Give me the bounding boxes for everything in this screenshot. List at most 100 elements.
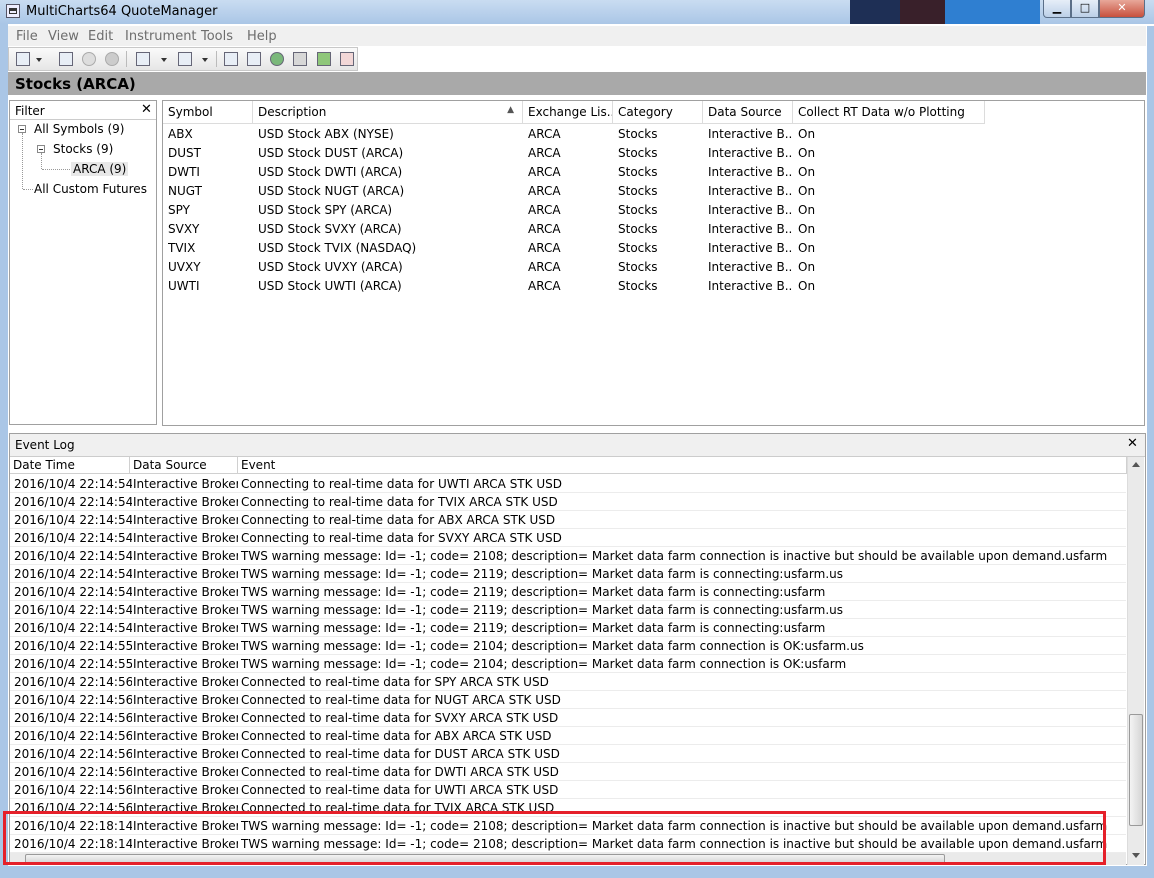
tree-item-custom-futures[interactable]: All Custom Futures	[34, 182, 147, 196]
log-cell: 2016/10/4 22:14:54	[14, 549, 132, 563]
close-event-log-icon[interactable]: ✕	[1127, 436, 1138, 451]
log-cell: TWS warning message: Id= -1; code= 2104;…	[241, 639, 864, 653]
log-row[interactable]: 2016/10/4 22:14:56 Interactive Broker Conn…	[10, 763, 1126, 781]
close-filter-icon[interactable]: ✕	[141, 102, 152, 117]
menu-edit[interactable]: Edit	[88, 29, 113, 44]
log-cell: Interactive Broker	[133, 639, 238, 653]
table-cell: USD Stock UVXY (ARCA)	[258, 260, 403, 274]
log-row[interactable]: 2016/10/4 22:14:56 Interactive Broker Conn…	[10, 709, 1126, 727]
table-row[interactable]: SVXY USD Stock SVXY (ARCA) ARCA Stocks Inter…	[163, 220, 1123, 239]
tree-collapse-icon[interactable]	[37, 145, 45, 153]
monitor-icon[interactable]	[247, 52, 261, 66]
desktop-background	[850, 0, 1040, 24]
exchange-icon[interactable]	[293, 52, 307, 66]
highlight-annotation	[3, 811, 1106, 865]
new-symbol-icon[interactable]	[16, 52, 30, 66]
symbols-grid: Symbol Description ▲ Exchange Lis... Cate…	[162, 100, 1145, 426]
scrollbar-thumb[interactable]	[1129, 714, 1143, 826]
table-cell: ARCA	[528, 203, 561, 217]
menu-instrument[interactable]: Instrument	[125, 29, 197, 44]
export-icon[interactable]	[178, 52, 192, 66]
chevron-down-icon[interactable]	[202, 58, 208, 62]
menu-help[interactable]: Help	[247, 29, 277, 44]
column-header-symbol[interactable]: Symbol	[163, 101, 253, 124]
table-cell: Interactive B...	[708, 127, 793, 141]
edit-symbol-icon[interactable]	[59, 52, 73, 66]
log-row[interactable]: 2016/10/4 22:14:56 Interactive Broker Conn…	[10, 673, 1126, 691]
log-row[interactable]: 2016/10/4 22:14:54 Interactive Broker TWS …	[10, 619, 1126, 637]
table-cell: ARCA	[528, 260, 561, 274]
table-row[interactable]: DUST USD Stock DUST (ARCA) ARCA Stocks Inter…	[163, 144, 1123, 163]
log-cell: Connected to real-time data for SVXY ARC…	[241, 711, 559, 725]
vertical-scrollbar[interactable]	[1127, 457, 1144, 865]
column-header-exchange[interactable]: Exchange Lis...	[523, 101, 613, 124]
minimize-button[interactable]: ▁	[1043, 0, 1071, 18]
log-cell: Interactive Broker	[133, 621, 238, 635]
log-row[interactable]: 2016/10/4 22:14:56 Interactive Broker Conn…	[10, 745, 1126, 763]
table-cell: Interactive B...	[708, 222, 793, 236]
log-row[interactable]: 2016/10/4 22:14:54 Interactive Broker Conn…	[10, 493, 1126, 511]
calendar-icon[interactable]	[224, 52, 238, 66]
log-cell: Connecting to real-time data for ABX ARC…	[241, 513, 556, 527]
column-header-date-time[interactable]: Date Time	[10, 457, 130, 474]
log-cell: Interactive Broker	[133, 783, 238, 797]
menu-view[interactable]: View	[48, 29, 79, 44]
log-row[interactable]: 2016/10/4 22:14:54 Interactive Broker TWS …	[10, 601, 1126, 619]
filter-title: Filter	[15, 104, 45, 118]
scroll-down-icon[interactable]	[1132, 853, 1140, 858]
log-row[interactable]: 2016/10/4 22:14:55 Interactive Broker TWS …	[10, 655, 1126, 673]
filter-header: Filter ✕	[10, 101, 156, 120]
chevron-down-icon[interactable]	[161, 58, 167, 62]
log-row[interactable]: 2016/10/4 22:14:54 Interactive Broker Conn…	[10, 529, 1126, 547]
close-icon: ✕	[1117, 1, 1127, 14]
log-row[interactable]: 2016/10/4 22:14:55 Interactive Broker TWS …	[10, 637, 1126, 655]
delete-icon[interactable]	[105, 52, 119, 66]
table-row[interactable]: ABX USD Stock ABX (NYSE) ARCA Stocks Interac…	[163, 125, 1123, 144]
table-row[interactable]: UVXY USD Stock UVXY (ARCA) ARCA Stocks Inter…	[163, 258, 1123, 277]
settings-icon[interactable]	[82, 52, 96, 66]
table-row[interactable]: NUGT USD Stock NUGT (ARCA) ARCA Stocks Inter…	[163, 182, 1123, 201]
log-cell: TWS warning message: Id= -1; code= 2104;…	[241, 657, 847, 671]
log-row[interactable]: 2016/10/4 22:14:56 Interactive Broker Conn…	[10, 781, 1126, 799]
menu-tools[interactable]: Tools	[201, 29, 233, 44]
log-cell: Interactive Broker	[133, 657, 238, 671]
table-row[interactable]: TVIX USD Stock TVIX (NASDAQ) ARCA Stocks Int…	[163, 239, 1123, 258]
table-cell: Stocks	[618, 146, 658, 160]
column-header-category[interactable]: Category	[613, 101, 703, 124]
log-row[interactable]: 2016/10/4 22:14:54 Interactive Broker TWS …	[10, 547, 1126, 565]
tree-collapse-icon[interactable]	[18, 125, 26, 133]
column-header-description[interactable]: Description ▲	[253, 101, 523, 124]
log-row[interactable]: 2016/10/4 22:14:54 Interactive Broker TWS …	[10, 583, 1126, 601]
tree-item-all-symbols[interactable]: All Symbols (9)	[34, 122, 124, 136]
table-cell: DUST	[168, 146, 201, 160]
log-row[interactable]: 2016/10/4 22:14:54 Interactive Broker Conn…	[10, 475, 1126, 493]
column-header-data-source[interactable]: Data Source	[130, 457, 238, 474]
session-icon[interactable]	[340, 52, 354, 66]
log-cell: 2016/10/4 22:14:54	[14, 603, 132, 617]
tree-item-arca[interactable]: ARCA (9)	[71, 162, 129, 176]
table-row[interactable]: DWTI USD Stock DWTI (ARCA) ARCA Stocks Inter…	[163, 163, 1123, 182]
log-row[interactable]: 2016/10/4 22:14:56 Interactive Broker Conn…	[10, 691, 1126, 709]
log-cell: Interactive Broker	[133, 711, 238, 725]
scroll-up-icon[interactable]	[1132, 462, 1140, 467]
table-row[interactable]: SPY USD Stock SPY (ARCA) ARCA Stocks Interac…	[163, 201, 1123, 220]
chart-icon[interactable]	[270, 52, 284, 66]
log-row[interactable]: 2016/10/4 22:14:56 Interactive Broker Conn…	[10, 727, 1126, 745]
log-row[interactable]: 2016/10/4 22:14:54 Interactive Broker Conn…	[10, 511, 1126, 529]
import-icon[interactable]	[136, 52, 150, 66]
column-header-collect-rt[interactable]: Collect RT Data w/o Plotting	[793, 101, 985, 124]
chevron-down-icon[interactable]	[36, 58, 42, 62]
table-cell: SPY	[168, 203, 190, 217]
tree-guide	[23, 189, 33, 190]
close-window-button[interactable]: ✕	[1099, 0, 1145, 18]
tree-item-stocks[interactable]: Stocks (9)	[53, 142, 113, 156]
maximize-button[interactable]: □	[1071, 0, 1099, 18]
column-header-event[interactable]: Event	[238, 457, 1127, 474]
log-row[interactable]: 2016/10/4 22:14:54 Interactive Broker TWS …	[10, 565, 1126, 583]
column-header-data-source[interactable]: Data Source	[703, 101, 793, 124]
book-icon[interactable]	[317, 52, 331, 66]
table-cell: ARCA	[528, 146, 561, 160]
log-cell: Interactive Broker	[133, 495, 238, 509]
table-row[interactable]: UWTI USD Stock UWTI (ARCA) ARCA Stocks Inter…	[163, 277, 1123, 296]
menu-file[interactable]: File	[16, 29, 38, 44]
